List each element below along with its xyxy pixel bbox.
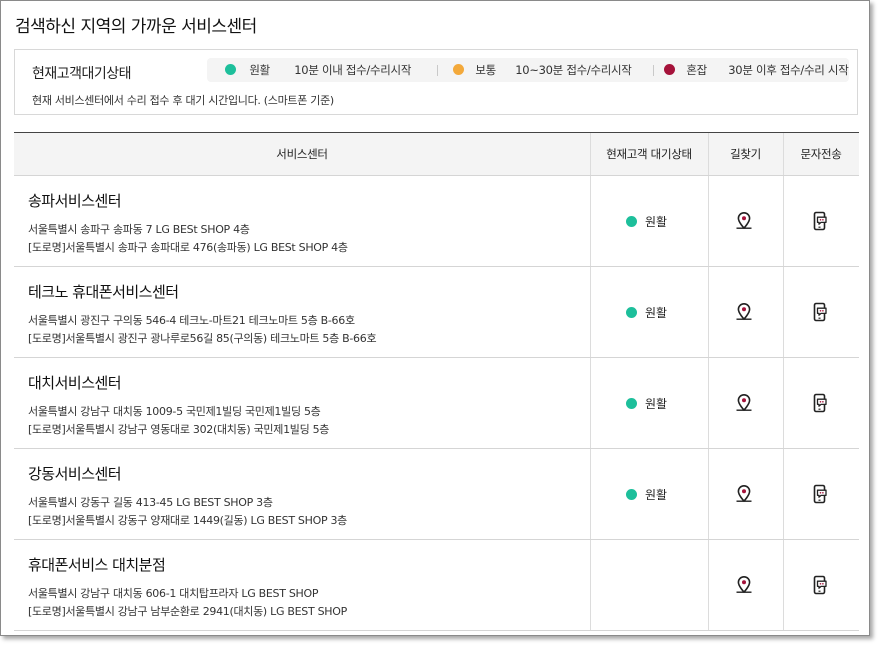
- wait-status: 원활: [626, 304, 667, 321]
- yellow-dot-icon: [453, 64, 464, 75]
- column-divider: [590, 449, 591, 539]
- center-name[interactable]: 테크노 휴대폰서비스센터: [28, 281, 179, 302]
- legend-note: 현재 서비스센터에서 수리 접수 후 대기 시간입니다. (스마트폰 기준): [32, 94, 334, 107]
- map-pin-icon[interactable]: [734, 484, 754, 504]
- center-road-address: [도로명]서울특별시 강동구 양재대로 1449(길동) LG BEST SHO…: [28, 514, 347, 527]
- legend-status: 원활: [249, 63, 270, 77]
- header-center: 서비스센터: [276, 147, 328, 161]
- column-divider: [783, 133, 784, 175]
- map-pin-icon[interactable]: [734, 393, 754, 413]
- map-pin-svg: [736, 211, 752, 230]
- table-row: 테크노 휴대폰서비스센터 서울특별시 광진구 구의동 546-4 테크노-마트2…: [14, 267, 859, 358]
- map-pin-svg: [736, 484, 752, 503]
- table-body: 송파서비스센터 서울특별시 송파구 송파동 7 LG BESt SHOP 4층 …: [14, 176, 859, 631]
- column-divider: [783, 176, 784, 266]
- table-row: 강동서비스센터 서울특별시 강동구 길동 413-45 LG BEST SHOP…: [14, 449, 859, 540]
- legend-item-smooth: 원활 10분 이내 접수/수리시작: [225, 58, 411, 82]
- table-row: 송파서비스센터 서울특별시 송파구 송파동 7 LG BESt SHOP 4층 …: [14, 176, 859, 267]
- legend-divider: [437, 65, 438, 76]
- phone-message-svg: [813, 393, 827, 413]
- center-road-address: [도로명]서울특별시 송파구 송파대로 476(송파동) LG BESt SHO…: [28, 241, 348, 254]
- center-road-address: [도로명]서울특별시 강남구 남부순환로 2941(대치동) LG BEST S…: [28, 605, 347, 618]
- wait-status: 원활: [626, 213, 667, 230]
- column-divider: [708, 449, 709, 539]
- header-sms: 문자전송: [800, 147, 842, 161]
- map-pin-svg: [736, 575, 752, 594]
- page-title: 검색하신 지역의 가까운 서비스센터: [15, 17, 257, 37]
- legend-status: 보통: [475, 63, 496, 77]
- phone-message-icon[interactable]: [810, 484, 830, 504]
- column-divider: [783, 449, 784, 539]
- phone-message-icon[interactable]: [810, 393, 830, 413]
- legend-status: 혼잡: [686, 63, 707, 77]
- phone-message-svg: [813, 575, 827, 595]
- service-center-table: 서비스센터 현재고객 대기상태 길찾기 문자전송 송파서비스센터 서울특별시 송…: [14, 132, 859, 631]
- center-address: 서울특별시 강남구 대치동 606-1 대치탑프라자 LG BEST SHOP: [28, 587, 319, 600]
- wait-status-label: 원활: [645, 397, 668, 411]
- legend-title: 현재고객대기상태: [32, 66, 132, 82]
- column-divider: [783, 540, 784, 630]
- results-panel: 검색하신 지역의 가까운 서비스센터 현재고객대기상태 원활 10분 이내 접수…: [0, 0, 870, 636]
- wait-status: 원활: [626, 395, 667, 412]
- center-address: 서울특별시 강남구 대치동 1009-5 국민제1빌딩 국민제1빌딩 5층: [28, 405, 321, 418]
- center-address: 서울특별시 송파구 송파동 7 LG BESt SHOP 4층: [28, 223, 250, 236]
- phone-message-svg: [813, 484, 827, 504]
- column-divider: [590, 358, 591, 448]
- column-divider: [708, 133, 709, 175]
- column-divider: [708, 540, 709, 630]
- column-divider: [708, 267, 709, 357]
- map-pin-icon[interactable]: [734, 211, 754, 231]
- red-dot-icon: [664, 64, 675, 75]
- center-address: 서울특별시 광진구 구의동 546-4 테크노-마트21 테크노마트 5층 B-…: [28, 314, 355, 327]
- green-dot-icon: [225, 64, 236, 75]
- map-pin-svg: [736, 393, 752, 412]
- column-divider: [708, 176, 709, 266]
- column-divider: [590, 133, 591, 175]
- column-divider: [708, 358, 709, 448]
- table-row: 휴대폰서비스 대치분점 서울특별시 강남구 대치동 606-1 대치탑프라자 L…: [14, 540, 859, 631]
- table-header: 서비스센터 현재고객 대기상태 길찾기 문자전송: [14, 132, 859, 176]
- column-divider: [590, 540, 591, 630]
- column-divider: [783, 358, 784, 448]
- table-row: 대치서비스센터 서울특별시 강남구 대치동 1009-5 국민제1빌딩 국민제1…: [14, 358, 859, 449]
- legend-desc: 10분 이내 접수/수리시작: [294, 63, 412, 77]
- phone-message-svg: [813, 302, 827, 322]
- green-dot-icon: [626, 307, 637, 318]
- column-divider: [590, 176, 591, 266]
- center-name[interactable]: 휴대폰서비스 대치분점: [28, 554, 166, 575]
- legend-bar: 원활 10분 이내 접수/수리시작 보통 10~30분 접수/수리시작 혼잡 3…: [207, 58, 849, 82]
- map-pin-icon[interactable]: [734, 302, 754, 322]
- center-road-address: [도로명]서울특별시 강남구 영동대로 302(대치동) 국민제1빌딩 5층: [28, 423, 330, 436]
- column-divider: [783, 267, 784, 357]
- header-status: 현재고객 대기상태: [606, 147, 692, 161]
- wait-status-label: 원활: [645, 306, 668, 320]
- center-name[interactable]: 송파서비스센터: [28, 190, 122, 211]
- green-dot-icon: [626, 398, 637, 409]
- center-name[interactable]: 대치서비스센터: [28, 372, 122, 393]
- map-pin-svg: [736, 302, 752, 321]
- phone-message-icon[interactable]: [810, 575, 830, 595]
- column-divider: [590, 267, 591, 357]
- legend-item-normal: 보통 10~30분 접수/수리시작: [453, 58, 632, 82]
- legend-desc: 10~30분 접수/수리시작: [515, 63, 632, 77]
- center-address: 서울특별시 강동구 길동 413-45 LG BEST SHOP 3층: [28, 496, 273, 509]
- map-pin-icon[interactable]: [734, 575, 754, 595]
- legend-desc: 30분 이후 접수/수리 시작: [728, 63, 849, 77]
- phone-message-icon[interactable]: [810, 211, 830, 231]
- wait-status-label: 원활: [645, 215, 668, 229]
- legend-item-busy: 혼잡 30분 이후 접수/수리 시작: [664, 58, 849, 82]
- green-dot-icon: [626, 489, 637, 500]
- wait-status: 원활: [626, 486, 667, 503]
- center-road-address: [도로명]서울특별시 광진구 광나루로56길 85(구의동) 테크노마트 5층 …: [28, 332, 377, 345]
- legend-divider: [653, 65, 654, 76]
- phone-message-svg: [813, 211, 827, 231]
- wait-status-legend: 현재고객대기상태 원활 10분 이내 접수/수리시작 보통 10~30분 접수/…: [14, 49, 858, 115]
- header-directions: 길찾기: [730, 147, 761, 161]
- green-dot-icon: [626, 216, 637, 227]
- phone-message-icon[interactable]: [810, 302, 830, 322]
- center-name[interactable]: 강동서비스센터: [28, 463, 122, 484]
- wait-status-label: 원활: [645, 488, 668, 502]
